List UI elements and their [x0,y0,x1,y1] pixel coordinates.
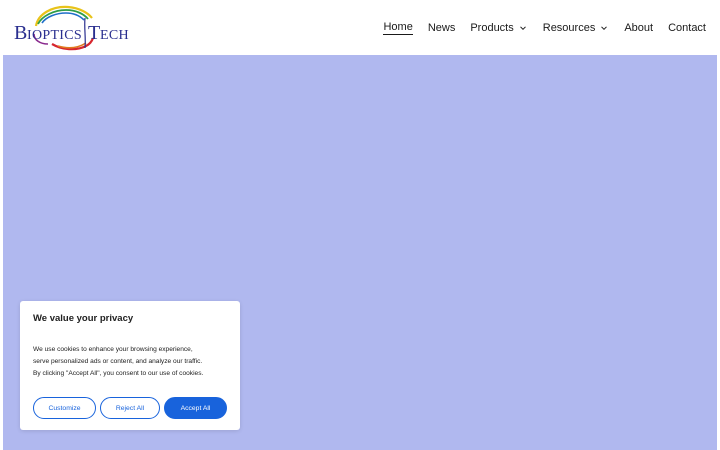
svg-text:B: B [14,22,28,44]
nav-about[interactable]: About [624,18,653,38]
accept-all-button[interactable]: Accept All [164,397,227,419]
nav-contact-label: Contact [668,21,706,34]
cookie-text-line: We use cookies to enhance your browsing … [33,346,193,353]
svg-text:IOPTICS: IOPTICS [27,28,82,43]
cookie-consent-dialog: We value your privacy We use cookies to … [20,301,240,430]
nav-home[interactable]: Home [383,18,413,38]
main-nav: Home News Products Resources About Conta… [368,0,706,55]
cookie-text-line: By clicking "Accept All", you consent to… [33,370,204,377]
logo-graphic: B IOPTICS T ECH [14,5,129,51]
nav-products[interactable]: Products [470,18,527,38]
nav-home-label: Home [383,20,413,35]
customize-button[interactable]: Customize [33,397,96,419]
chevron-down-icon [518,23,528,33]
nav-news-label: News [427,21,456,34]
reject-all-button[interactable]: Reject All [100,397,160,419]
cookie-text-line: serve personalized ads or content, and a… [33,358,203,365]
svg-text:ECH: ECH [100,28,129,43]
nav-resources-label: Resources [542,21,596,34]
nav-contact[interactable]: Contact [668,18,706,38]
nav-products-label: Products [470,21,514,34]
svg-text:T: T [88,22,100,44]
bioptics-tech-logo[interactable]: B IOPTICS T ECH [12,4,130,52]
nav-resources[interactable]: Resources [543,18,610,38]
nav-about-label: About [624,21,654,34]
cookie-buttons: Customize Reject All Accept All [33,397,227,419]
site-header: B IOPTICS T ECH Home News Products Resou… [0,0,720,55]
nav-news[interactable]: News [428,18,456,38]
chevron-down-icon [599,23,609,33]
cookie-description: We use cookies to enhance your browsing … [33,344,229,380]
cookie-title: We value your privacy [33,313,134,324]
